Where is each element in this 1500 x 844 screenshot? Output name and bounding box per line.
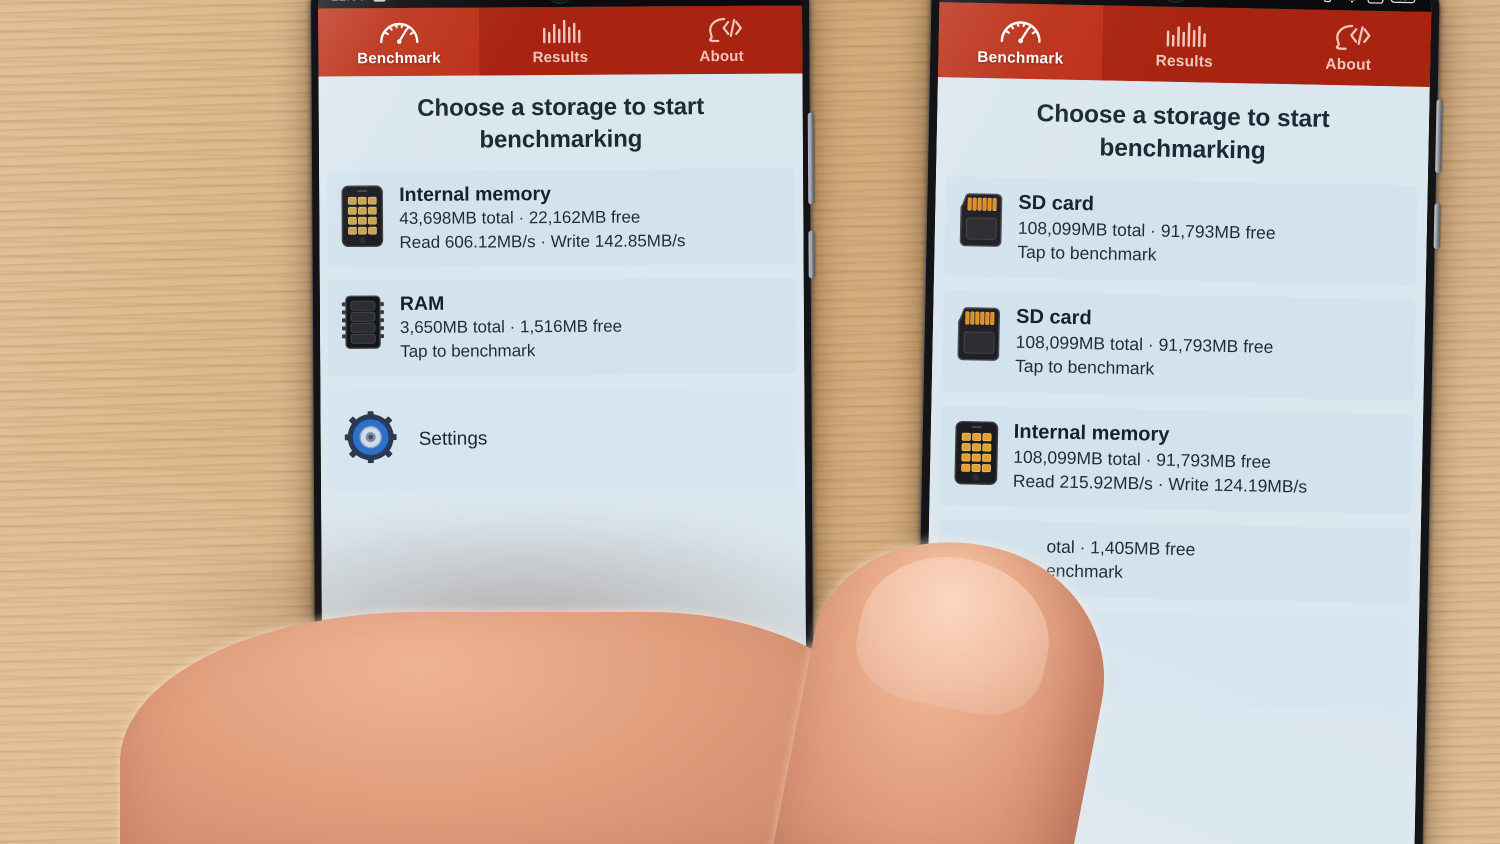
tab-benchmark[interactable]: Benchmark	[318, 7, 480, 77]
right-phone-glass: 13:54	[921, 0, 1432, 844]
storage-card-internal-memory[interactable]: Internal memory 43,698MB total · 22,162M…	[327, 168, 796, 268]
right-app-tab-bar: Benchmark Results About	[937, 2, 1432, 88]
card-status: Read 606.12MB/s · Write 142.85MB/s	[399, 230, 686, 252]
speedometer-icon	[379, 22, 419, 44]
tab-benchmark-label: Benchmark	[357, 49, 441, 68]
code-head-icon	[1335, 24, 1371, 50]
storage-card-ram[interactable]: otal · 1,405MB free enchmark	[937, 518, 1411, 604]
tab-about-label: About	[1325, 55, 1372, 74]
settings-label: Settings	[1028, 644, 1099, 669]
vibrate-icon	[1318, 0, 1336, 3]
tab-results-label: Results	[532, 48, 589, 67]
left-phone-device: 22:30 87	[309, 0, 815, 676]
storage-card-sd-card-1[interactable]: SD card 108,099MB total · 91,793MB free …	[943, 176, 1418, 287]
tab-benchmark-label: Benchmark	[977, 48, 1064, 68]
settings-label: Settings	[418, 428, 488, 450]
left-phone-power-button[interactable]	[808, 230, 815, 279]
sd-card-icon	[955, 304, 1002, 363]
ram-chip-icon	[340, 292, 386, 352]
card-capacity: 43,698MB total · 22,162MB free	[399, 207, 641, 229]
right-phone-device: 13:54	[912, 0, 1443, 844]
tab-results[interactable]: Results	[1101, 5, 1268, 84]
right-battery-level: 98	[1399, 0, 1408, 2]
tab-results[interactable]: Results	[479, 6, 642, 76]
left-status-time: 22:30	[331, 0, 366, 3]
storage-card-internal-memory[interactable]: Internal memory 108,099MB total · 91,793…	[939, 404, 1414, 515]
bar-chart-icon	[1166, 22, 1206, 48]
settings-row[interactable]: Settings	[935, 608, 1410, 711]
left-content-area: Choose a storage to start benchmarking I…	[318, 73, 807, 676]
tab-results-label: Results	[1155, 52, 1214, 71]
tab-benchmark[interactable]: Benchmark	[937, 2, 1104, 81]
code-head-icon	[709, 17, 743, 43]
gear-icon	[954, 626, 1007, 684]
download-badge-icon	[373, 0, 386, 2]
left-phone-glass: 22:30 87	[317, 0, 807, 676]
left-app-tab-bar: Benchmark Results About	[318, 5, 803, 77]
tab-about-label: About	[699, 47, 744, 66]
right-phone-power-button[interactable]	[1433, 203, 1441, 250]
card-title: Internal memory	[399, 182, 551, 206]
gear-icon	[344, 411, 397, 468]
right-front-camera-notch	[1162, 0, 1190, 4]
settings-row[interactable]: Settings	[328, 386, 798, 491]
left-front-camera-notch	[547, 0, 573, 5]
right-content-area: Choose a storage to start benchmarking S…	[921, 77, 1430, 844]
internal-memory-icon	[339, 183, 385, 247]
card-capacity: 3,650MB total · 1,516MB free	[399, 317, 623, 338]
right-phone-screen: 13:54	[921, 0, 1432, 844]
left-phone-screen: 22:30 87	[317, 0, 807, 676]
wifi-icon	[1343, 0, 1360, 3]
right-page-headline: Choose a storage to start benchmarking	[1036, 100, 1330, 165]
left-phone-volume-button[interactable]	[807, 112, 815, 205]
internal-memory-icon	[953, 418, 1000, 485]
tab-about[interactable]: About	[1265, 8, 1432, 88]
sim-card-icon	[1367, 0, 1384, 4]
card-title: RAM	[399, 292, 445, 316]
left-page-headline: Choose a storage to start benchmarking	[417, 93, 705, 154]
sd-card-icon	[957, 190, 1004, 249]
card-status: Tap to benchmark	[400, 341, 536, 361]
storage-card-ram[interactable]: RAM 3,650MB total · 1,516MB free Tap to …	[327, 277, 797, 377]
speedometer-icon	[1000, 21, 1041, 44]
tab-about[interactable]: About	[640, 5, 803, 75]
storage-card-sd-card-2[interactable]: SD card 108,099MB total · 91,793MB free …	[941, 290, 1416, 401]
bar-chart-icon	[542, 19, 581, 44]
battery-icon: 98	[1390, 0, 1418, 4]
